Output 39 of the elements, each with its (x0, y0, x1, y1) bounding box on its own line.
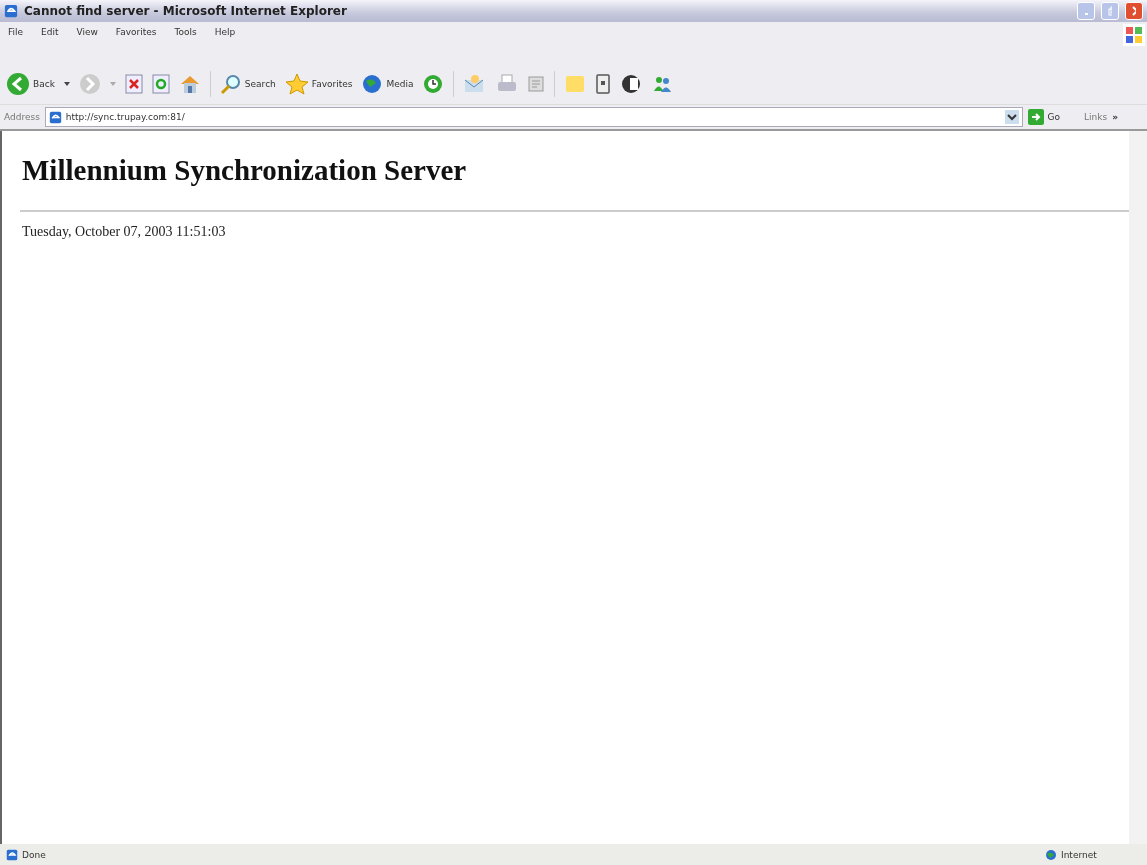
refresh-icon[interactable] (151, 74, 170, 94)
close-button[interactable] (1125, 2, 1143, 20)
menu-item[interactable]: File (6, 26, 26, 38)
address-label: Address (4, 112, 40, 122)
device-icon[interactable] (595, 73, 612, 95)
zone-text: Internet (1061, 850, 1098, 860)
media-button[interactable]: Media (361, 73, 414, 95)
globe-icon (1045, 849, 1057, 861)
page-icon (48, 110, 62, 124)
links-label[interactable]: Links (1084, 112, 1108, 122)
globe-icon (361, 73, 384, 95)
dropdown-arrow-icon[interactable] (63, 82, 70, 86)
date-text: Tuesday, October 07, 2003 11:51:03 (22, 224, 226, 239)
edit-icon[interactable] (527, 75, 546, 93)
browser-icon (4, 4, 18, 18)
history-icon[interactable] (422, 73, 445, 95)
page-heading: Millennium Synchronization Server (22, 153, 467, 187)
document-icon[interactable] (620, 73, 643, 95)
more-links-button[interactable]: » (1112, 112, 1118, 122)
menu-item[interactable]: Edit (39, 26, 61, 38)
go-button[interactable]: Go (1027, 109, 1061, 125)
menu-item[interactable]: Help (212, 26, 238, 38)
status-text: Done (22, 850, 46, 860)
back-button[interactable]: Back (6, 72, 55, 96)
address-field[interactable]: http://sync.trupay.com:81/ (44, 107, 1023, 127)
menu-item[interactable]: Favorites (113, 26, 159, 38)
maximize-button[interactable] (1101, 2, 1119, 20)
menu-item[interactable]: View (74, 26, 100, 38)
star-icon (284, 73, 309, 95)
favorites-button[interactable]: Favorites (284, 73, 353, 95)
search-button[interactable]: Search (219, 73, 276, 95)
minimize-button[interactable] (1077, 2, 1095, 20)
windows-logo-icon (1123, 24, 1145, 46)
dropdown-icon[interactable] (1004, 110, 1019, 124)
search-icon (219, 73, 242, 95)
window-title: Cannot find server - Microsoft Internet Explorer (24, 4, 348, 18)
menu-item[interactable]: Tools (172, 26, 199, 38)
stop-icon[interactable] (124, 74, 143, 94)
page-icon (6, 849, 18, 861)
